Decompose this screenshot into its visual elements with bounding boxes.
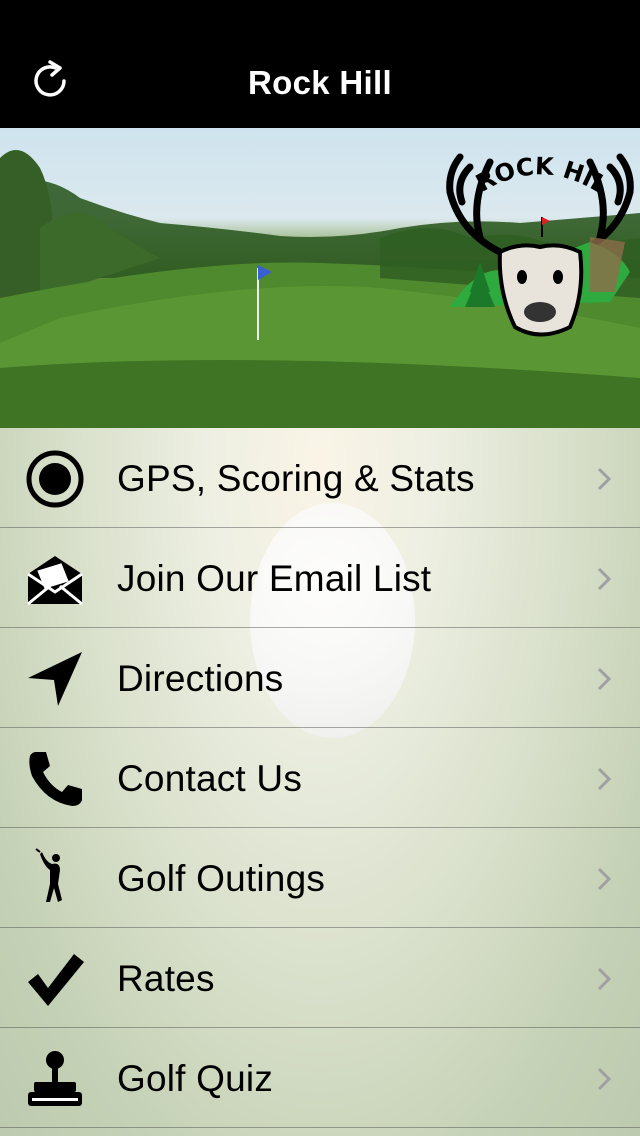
golfer-icon bbox=[24, 848, 86, 910]
hero-golf-course-image: ROCK HILL bbox=[0, 128, 640, 428]
chevron-right-icon bbox=[596, 966, 612, 992]
navigation-arrow-icon bbox=[24, 648, 86, 710]
menu-item-label: Join Our Email List bbox=[117, 558, 432, 599]
menu-item-label: GPS, Scoring & Stats bbox=[117, 458, 475, 499]
chevron-right-icon bbox=[596, 466, 612, 492]
chevron-right-icon bbox=[596, 1066, 612, 1092]
rock-hill-logo: ROCK HILL bbox=[440, 142, 634, 337]
menu-item-label: Golf Outings bbox=[117, 858, 326, 899]
menu-item-label: Contact Us bbox=[117, 758, 303, 799]
page-title: Rock Hill bbox=[248, 64, 392, 101]
menu-item-contact-us[interactable]: Contact Us bbox=[0, 728, 640, 828]
menu-item-golf-outings[interactable]: Golf Outings bbox=[0, 828, 640, 928]
joystick-icon bbox=[24, 1048, 86, 1110]
menu-item-gps-scoring-stats[interactable]: GPS, Scoring & Stats bbox=[0, 428, 640, 528]
checkmark-icon bbox=[24, 948, 86, 1010]
chevron-right-icon bbox=[596, 666, 612, 692]
gps-target-icon bbox=[24, 448, 86, 510]
menu-item-golf-quiz[interactable]: Golf Quiz bbox=[0, 1028, 640, 1128]
menu-item-join-email-list[interactable]: Join Our Email List bbox=[0, 528, 640, 628]
menu-item-label: Directions bbox=[117, 658, 284, 699]
chevron-right-icon bbox=[596, 866, 612, 892]
phone-icon bbox=[24, 748, 86, 810]
chevron-right-icon bbox=[596, 766, 612, 792]
menu-item-label: Golf Quiz bbox=[117, 1058, 274, 1099]
menu-item-rates[interactable]: Rates bbox=[0, 928, 640, 1028]
chevron-right-icon bbox=[596, 566, 612, 592]
navigation-bar: Rock Hill bbox=[0, 0, 640, 128]
menu-item-label: Rates bbox=[117, 958, 215, 999]
main-menu: GPS, Scoring & Stats Join Our Email List… bbox=[0, 428, 640, 1128]
email-envelope-icon bbox=[24, 548, 86, 610]
menu-item-directions[interactable]: Directions bbox=[0, 628, 640, 728]
